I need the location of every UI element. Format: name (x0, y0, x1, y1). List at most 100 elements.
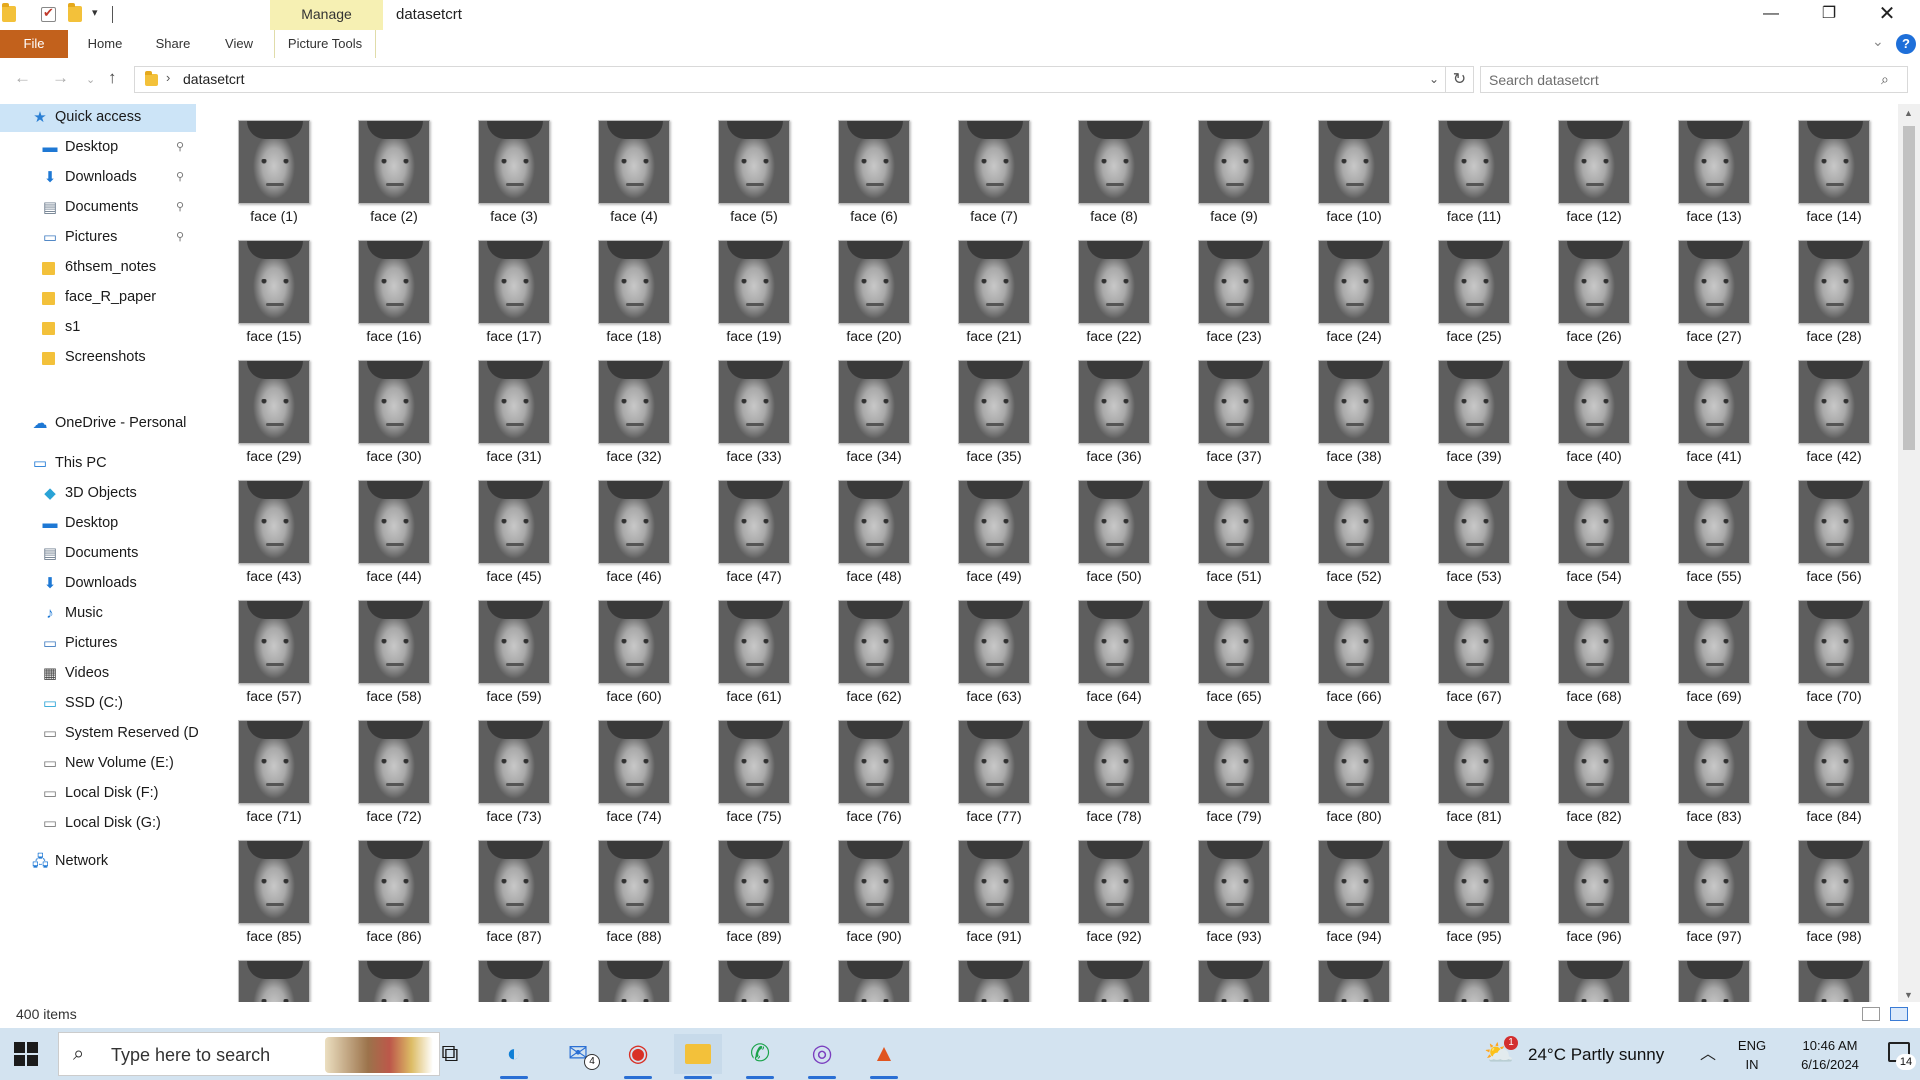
file-item[interactable] (800, 944, 910, 1002)
file-item[interactable]: face (93) (1160, 824, 1270, 944)
sidebar-item-network[interactable]: 🖧 Network (0, 848, 196, 876)
tab-picture-tools[interactable]: Picture Tools (274, 30, 376, 58)
sidebar-item-face-r-paper[interactable]: face_R_paper (0, 284, 196, 312)
file-item[interactable]: face (46) (560, 464, 670, 584)
file-item[interactable]: face (19) (680, 224, 790, 344)
sidebar-item-this-pc[interactable]: ▭ This PC (0, 450, 196, 478)
file-item[interactable]: face (98) (1760, 824, 1870, 944)
file-item[interactable]: face (25) (1400, 224, 1510, 344)
large-icons-view-icon[interactable] (1890, 1007, 1908, 1021)
file-item[interactable]: face (22) (1040, 224, 1150, 344)
file-item[interactable]: face (30) (320, 344, 430, 464)
sidebar-item-pc-music[interactable]: ♪ Music (0, 600, 196, 628)
file-explorer-icon[interactable] (674, 1034, 722, 1079)
tab-view[interactable]: View (210, 30, 268, 58)
back-arrow-icon[interactable]: ← (14, 68, 31, 88)
forward-arrow-icon[interactable]: → (52, 68, 69, 88)
sidebar-item-s1[interactable]: s1 (0, 314, 196, 342)
file-item[interactable]: face (51) (1160, 464, 1270, 584)
file-item[interactable]: face (62) (800, 584, 910, 704)
chrome-profile-icon[interactable]: ◎ (798, 1034, 846, 1079)
file-item[interactable]: face (9) (1160, 104, 1270, 224)
file-item[interactable]: face (95) (1400, 824, 1510, 944)
file-item[interactable]: face (74) (560, 704, 670, 824)
file-item[interactable]: face (41) (1640, 344, 1750, 464)
file-item[interactable]: face (32) (560, 344, 670, 464)
vertical-scrollbar[interactable]: ▲ ▼ (1898, 104, 1920, 1002)
file-item[interactable]: face (27) (1640, 224, 1750, 344)
edge-icon[interactable]: ◐ (490, 1034, 538, 1079)
file-item[interactable]: face (6) (800, 104, 910, 224)
refresh-icon[interactable]: ↻ (1446, 66, 1474, 93)
file-item[interactable]: face (72) (320, 704, 430, 824)
sidebar-item-pc-new-volume-e-[interactable]: ▭ New Volume (E:) (0, 750, 196, 778)
file-item[interactable]: face (47) (680, 464, 790, 584)
file-item[interactable]: face (59) (440, 584, 550, 704)
file-item[interactable]: face (31) (440, 344, 550, 464)
search-box[interactable]: ⌕ (1480, 66, 1908, 93)
file-item[interactable]: face (75) (680, 704, 790, 824)
file-item[interactable]: face (66) (1280, 584, 1390, 704)
sidebar-item-pc-system-reserved-d[interactable]: ▭ System Reserved (D (0, 720, 199, 748)
file-item[interactable]: face (36) (1040, 344, 1150, 464)
file-item[interactable]: face (77) (920, 704, 1030, 824)
file-item[interactable]: face (73) (440, 704, 550, 824)
file-item[interactable] (1520, 944, 1630, 1002)
file-item[interactable]: face (78) (1040, 704, 1150, 824)
sidebar-item-pc-local-disk-g-[interactable]: ▭ Local Disk (G:) (0, 810, 196, 838)
file-item[interactable]: face (15) (200, 224, 310, 344)
file-item[interactable]: face (61) (680, 584, 790, 704)
file-item[interactable]: face (10) (1280, 104, 1390, 224)
properties-check-icon[interactable] (41, 5, 56, 22)
help-icon[interactable]: ? (1896, 34, 1916, 54)
file-item[interactable]: face (97) (1640, 824, 1750, 944)
file-item[interactable]: face (85) (200, 824, 310, 944)
file-item[interactable]: face (17) (440, 224, 550, 344)
file-item[interactable]: face (20) (800, 224, 910, 344)
sidebar-item-6thsem-notes[interactable]: 6thsem_notes (0, 254, 196, 282)
file-item[interactable] (440, 944, 550, 1002)
file-item[interactable]: face (48) (800, 464, 910, 584)
file-item[interactable]: face (18) (560, 224, 670, 344)
file-item[interactable]: face (90) (800, 824, 910, 944)
breadcrumb-chevron-icon[interactable]: › (166, 70, 170, 85)
sidebar-item-pc-3d-objects[interactable]: ◆ 3D Objects (0, 480, 196, 508)
file-item[interactable]: face (58) (320, 584, 430, 704)
file-item[interactable] (680, 944, 790, 1002)
file-item[interactable]: face (16) (320, 224, 430, 344)
weather-widget[interactable]: ⛅ 1 24°C Partly sunny (1484, 1036, 1664, 1072)
file-item[interactable]: face (52) (1280, 464, 1390, 584)
sidebar-item-documents[interactable]: ▤ Documents ⚲ (0, 194, 196, 222)
customize-quick-access-dropdown-icon[interactable]: ▾ (92, 6, 98, 19)
file-item[interactable]: face (33) (680, 344, 790, 464)
chrome-icon[interactable]: ◉ (614, 1034, 662, 1079)
file-item[interactable]: face (94) (1280, 824, 1390, 944)
breadcrumb-current-folder[interactable]: datasetcrt (183, 71, 244, 87)
file-item[interactable]: face (88) (560, 824, 670, 944)
file-item[interactable]: face (44) (320, 464, 430, 584)
file-item[interactable]: face (91) (920, 824, 1030, 944)
file-item[interactable]: face (3) (440, 104, 550, 224)
clock[interactable]: 10:46 AM 6/16/2024 (1780, 1036, 1880, 1074)
mail-icon[interactable]: ✉ 4 (554, 1034, 602, 1074)
windows-start-icon[interactable] (14, 1042, 38, 1066)
file-item[interactable]: face (70) (1760, 584, 1870, 704)
file-item[interactable]: face (29) (200, 344, 310, 464)
file-item[interactable] (560, 944, 670, 1002)
file-item[interactable]: face (68) (1520, 584, 1630, 704)
file-item[interactable]: face (40) (1520, 344, 1630, 464)
file-item[interactable]: face (1) (200, 104, 310, 224)
file-item[interactable]: face (86) (320, 824, 430, 944)
sidebar-item-desktop[interactable]: ▬ Desktop ⚲ (0, 134, 196, 162)
file-item[interactable]: face (12) (1520, 104, 1630, 224)
file-item[interactable]: face (54) (1520, 464, 1630, 584)
new-folder-icon[interactable] (68, 3, 82, 22)
file-item[interactable] (1640, 944, 1750, 1002)
file-item[interactable]: face (37) (1160, 344, 1270, 464)
file-item[interactable]: face (42) (1760, 344, 1870, 464)
sidebar-item-pc-ssd-c-[interactable]: ▭ SSD (C:) (0, 690, 196, 718)
up-arrow-icon[interactable]: ↑ (108, 68, 117, 88)
file-item[interactable] (1280, 944, 1390, 1002)
scrollbar-thumb[interactable] (1903, 126, 1915, 450)
taskbar-search-box[interactable]: ⌕ Type here to search (58, 1032, 440, 1076)
